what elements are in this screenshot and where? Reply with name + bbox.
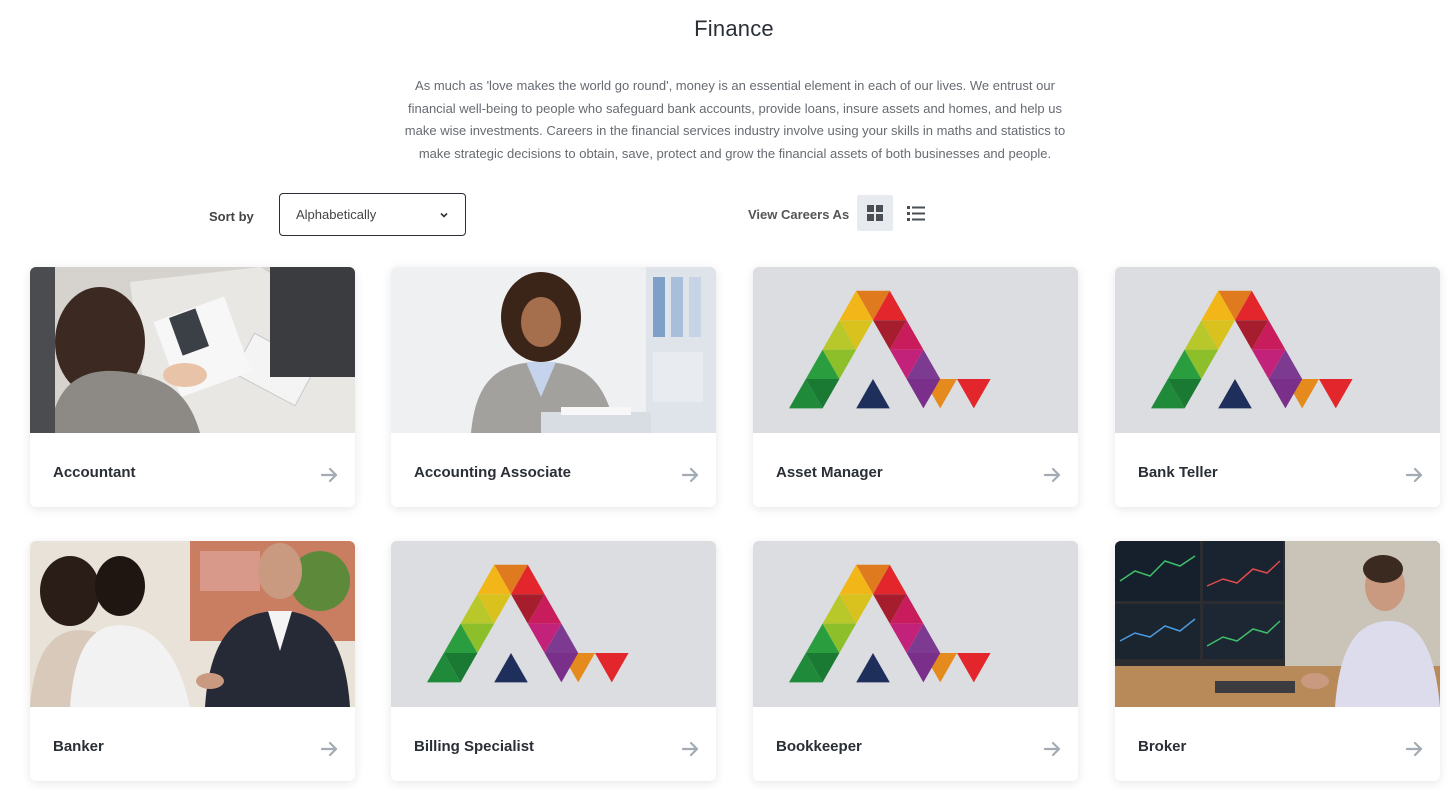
career-card-title: Bank Teller [1138,464,1218,481]
grid-view-button[interactable] [857,195,893,231]
career-card-image [1115,267,1440,433]
page-title: Finance [694,16,774,41]
career-card-accountant[interactable]: Accountant [30,267,355,507]
career-card-title: Broker [1138,738,1187,755]
career-card-image [30,541,355,707]
career-card-title: Billing Specialist [414,738,535,755]
page-intro: As much as 'love makes the world go roun… [404,78,1066,161]
career-card-asset-manager[interactable]: Asset Manager [753,267,1078,507]
career-card-image [753,267,1078,433]
career-card-title: Asset Manager [776,464,883,481]
career-card-image [391,267,716,433]
career-card-accounting-associate[interactable]: Accounting Associate [391,267,716,507]
arrow-right-icon [1406,467,1423,483]
career-card-image [30,267,355,433]
list-view-button[interactable] [898,195,934,231]
arrow-right-icon [682,741,699,757]
list-view-icon [907,205,925,221]
career-card-billing-specialist[interactable]: Billing Specialist [391,541,716,781]
arrow-right-icon [321,467,338,483]
arrow-right-icon [1044,741,1061,757]
view-careers-label: View Careers As [748,207,850,222]
sort-select-value: Alphabetically [296,207,377,222]
sort-label: Sort by [209,209,254,224]
career-card-title: Accountant [53,464,136,481]
career-card-image [391,541,716,707]
career-card-title: Bookkeeper [776,738,862,755]
career-card-image [753,541,1078,707]
career-card-title: Accounting Associate [414,464,571,481]
career-card-image [1115,541,1440,707]
sort-select[interactable]: Alphabetically [279,193,466,236]
arrow-right-icon [682,467,699,483]
career-card-bookkeeper[interactable]: Bookkeeper [753,541,1078,781]
career-card-broker[interactable]: Broker [1115,541,1440,781]
career-card-title: Banker [53,738,104,755]
arrow-right-icon [1406,741,1423,757]
career-card-banker[interactable]: Banker [30,541,355,781]
grid-view-icon [867,205,883,221]
chevron-down-icon [440,212,448,218]
arrow-right-icon [1044,467,1061,483]
arrow-right-icon [321,741,338,757]
career-card-bank-teller[interactable]: Bank Teller [1115,267,1440,507]
